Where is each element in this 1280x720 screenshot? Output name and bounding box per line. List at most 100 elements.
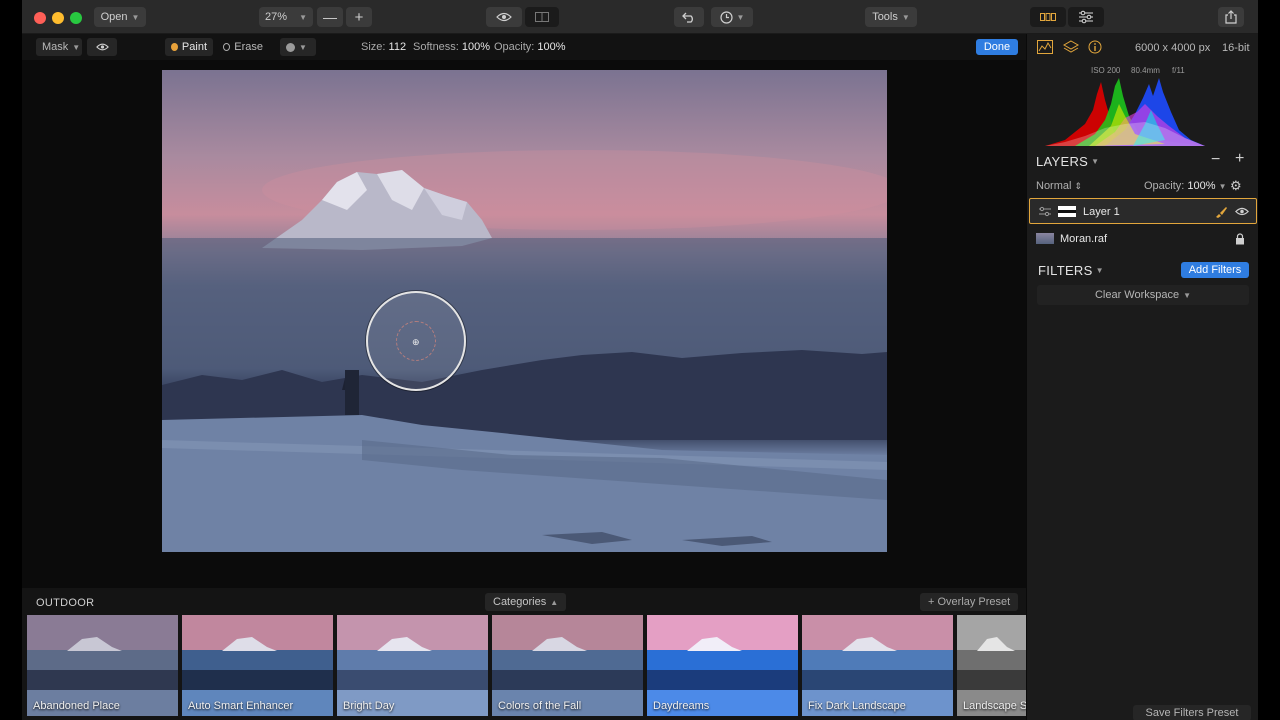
- undo-icon: [682, 12, 693, 23]
- layers-icon[interactable]: [1063, 40, 1079, 54]
- share-button[interactable]: [1218, 7, 1244, 27]
- tools-button[interactable]: Tools ▼: [865, 7, 917, 27]
- photo[interactable]: [162, 70, 887, 552]
- add-filters-button[interactable]: Add Filters: [1181, 262, 1249, 278]
- preset-thumb[interactable]: Fix Dark Landscape: [802, 615, 953, 716]
- opacity-control[interactable]: Opacity: 100%: [494, 41, 566, 53]
- chevron-down-icon: ▼: [299, 42, 307, 52]
- layer-name: Layer 1: [1083, 206, 1120, 218]
- preset-thumb[interactable]: Abandoned Place: [27, 615, 178, 716]
- eye-icon[interactable]: [1235, 207, 1249, 216]
- minus-icon: —: [323, 9, 337, 25]
- preset-thumb[interactable]: Landscape So: [957, 615, 1026, 716]
- size-control[interactable]: Size: 112: [361, 41, 406, 53]
- layers-header[interactable]: LAYERS ▼: [1036, 154, 1099, 169]
- preview-button[interactable]: [486, 7, 522, 27]
- chevron-down-icon: ▼: [1183, 290, 1192, 300]
- softness-label: Softness:: [413, 41, 459, 53]
- workspace-label: Clear Workspace: [1094, 289, 1180, 301]
- remove-layer-button[interactable]: −: [1211, 151, 1220, 169]
- layers-title: LAYERS: [1036, 154, 1089, 169]
- main-toolbar: Open ▼ 27% ▼ — + ▼ Tools ▼: [22, 0, 1258, 34]
- brush-icon[interactable]: [1214, 205, 1228, 219]
- add-layer-button[interactable]: +: [1235, 150, 1244, 168]
- chevron-down-icon: ▼: [1218, 182, 1227, 191]
- erase-tool-button[interactable]: Erase: [217, 38, 269, 56]
- filters-header[interactable]: FILTERS ▼: [1038, 263, 1104, 278]
- chevron-down-icon: ▼: [736, 12, 745, 22]
- preset-thumb[interactable]: Bright Day: [337, 615, 488, 716]
- opacity-value: 100%: [537, 41, 566, 53]
- preset-label: Colors of the Fall: [498, 700, 582, 712]
- layer-settings-gear-icon[interactable]: ⚙: [1230, 178, 1242, 194]
- preset-label: Auto Smart Enhancer: [188, 700, 294, 712]
- workspace-dropdown[interactable]: Clear Workspace ▼: [1037, 285, 1249, 305]
- erase-label: Erase: [234, 41, 263, 53]
- preset-thumb[interactable]: Colors of the Fall: [492, 615, 643, 716]
- brush-type-dropdown[interactable]: ▼: [280, 38, 316, 56]
- paint-tool-button[interactable]: Paint: [165, 38, 213, 56]
- chevron-down-icon: ▼: [1091, 157, 1100, 166]
- panel-header: 6000 x 4000 px 16-bit: [1027, 34, 1258, 60]
- presets-section-label: OUTDOOR: [36, 597, 95, 609]
- chevron-down-icon: ▼: [72, 42, 81, 52]
- preset-label: Fix Dark Landscape: [808, 700, 906, 712]
- open-label: Open: [100, 11, 128, 23]
- preset-label: Daydreams: [653, 700, 710, 712]
- zoom-value: 27%: [265, 11, 288, 23]
- preset-thumb[interactable]: Daydreams: [647, 615, 798, 716]
- size-label: Size:: [361, 41, 386, 53]
- mask-visibility-button[interactable]: [87, 38, 117, 56]
- plus-icon: +: [354, 8, 364, 26]
- preset-label: Abandoned Place: [33, 700, 120, 712]
- chevron-down-icon: ▼: [1095, 266, 1104, 275]
- opacity-label: Opacity:: [494, 41, 535, 53]
- zoom-out-button[interactable]: —: [317, 7, 343, 27]
- done-button[interactable]: Done: [976, 39, 1018, 55]
- mask-toolbar: Mask ▼ Paint Erase ▼ Size: 112 Softness:…: [22, 34, 1026, 60]
- updown-icon: ⇕: [1074, 181, 1083, 191]
- layer-row[interactable]: Moran.raf: [1029, 226, 1257, 252]
- layer-thumbnail: [1058, 206, 1076, 217]
- clock-icon: [719, 10, 733, 24]
- undo-button[interactable]: [674, 7, 704, 27]
- compare-button[interactable]: [525, 7, 559, 27]
- brush-dot-icon: [286, 42, 295, 52]
- info-icon[interactable]: [1087, 40, 1103, 54]
- adjustments-icon[interactable]: [1038, 206, 1052, 217]
- categories-button[interactable]: Categories ▲: [485, 593, 567, 611]
- image-dimensions: 6000 x 4000 px: [1135, 42, 1211, 54]
- mask-dropdown[interactable]: Mask ▼: [36, 38, 82, 56]
- blend-mode-select[interactable]: Normal ⇕: [1036, 180, 1082, 192]
- preset-thumb[interactable]: Auto Smart Enhancer: [182, 615, 333, 716]
- presets-toggle-button[interactable]: [1030, 7, 1066, 27]
- save-filters-preset-button[interactable]: Save Filters Preset: [1133, 705, 1251, 720]
- filters-toggle-button[interactable]: [1068, 7, 1104, 27]
- layer-thumbnail: [1036, 233, 1054, 244]
- zoom-in-button[interactable]: +: [346, 7, 372, 27]
- zoom-select[interactable]: 27% ▼: [259, 7, 313, 27]
- presets-panel: OUTDOOR Categories ▲ + Overlay Preset Ab…: [22, 588, 1026, 720]
- share-icon: [1225, 10, 1237, 24]
- histogram-icon[interactable]: [1037, 40, 1053, 54]
- eye-icon: [496, 12, 512, 22]
- layer-opacity-control[interactable]: Opacity: 100% ▼: [1144, 180, 1227, 192]
- overlay-preset-button[interactable]: + Overlay Preset: [920, 593, 1019, 611]
- erase-icon: [223, 43, 231, 51]
- sliders-icon: [1079, 10, 1093, 24]
- softness-control[interactable]: Softness: 100%: [413, 41, 490, 53]
- paint-label: Paint: [181, 41, 207, 53]
- close-window-button[interactable]: [34, 12, 46, 24]
- layer-row-selected[interactable]: Layer 1: [1029, 198, 1257, 224]
- open-button[interactable]: Open ▼: [94, 7, 146, 27]
- paint-dot-icon: [171, 43, 178, 51]
- chevron-down-icon: ▼: [299, 12, 307, 22]
- layer-opacity-label: Opacity:: [1144, 180, 1185, 192]
- app-window: Open ▼ 27% ▼ — + ▼ Tools ▼ Mask ▼ Paint …: [22, 0, 1258, 720]
- layer-name: Moran.raf: [1060, 233, 1108, 245]
- image-canvas[interactable]: ⊕: [22, 60, 1026, 588]
- history-button[interactable]: ▼: [711, 7, 753, 27]
- brush-center-icon: ⊕: [412, 337, 420, 347]
- minimize-window-button[interactable]: [52, 12, 64, 24]
- zoom-window-button[interactable]: [70, 12, 82, 24]
